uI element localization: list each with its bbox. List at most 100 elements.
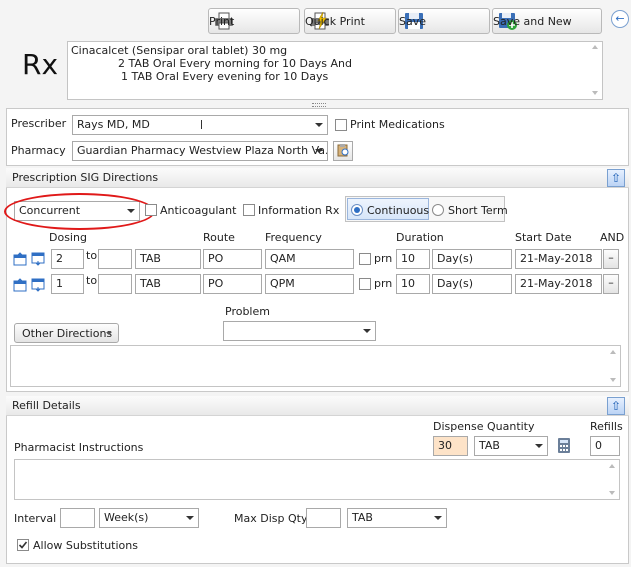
arrow-up-icon: ⇧ bbox=[610, 399, 622, 413]
summary-scroll-up-icon[interactable] bbox=[592, 45, 598, 49]
refills-input[interactable]: 0 bbox=[590, 436, 620, 456]
refill-section-header: Refill Details bbox=[6, 396, 629, 416]
refill-collapse-button[interactable]: ⇧ bbox=[607, 397, 625, 415]
annotation-circle bbox=[4, 193, 155, 230]
pharmacy-label: Pharmacy bbox=[11, 144, 66, 157]
duration-header: Duration bbox=[396, 231, 444, 244]
route-input[interactable]: PO bbox=[203, 249, 262, 269]
radio-selected-dot bbox=[354, 207, 360, 213]
add-row-calendar-icon[interactable] bbox=[13, 252, 27, 266]
dispense-unit-select[interactable]: TAB bbox=[474, 436, 548, 456]
dispense-quantity-input[interactable]: 30 bbox=[433, 436, 468, 456]
short-term-radio[interactable] bbox=[432, 204, 444, 216]
sig-collapse-button[interactable]: ⇧ bbox=[607, 169, 625, 187]
other-directions-label: Other Directions bbox=[22, 327, 113, 340]
text-cursor bbox=[201, 120, 202, 129]
route-input[interactable]: PO bbox=[203, 274, 262, 294]
directions-textarea[interactable] bbox=[10, 345, 621, 387]
dose-input[interactable]: 1 bbox=[51, 274, 84, 294]
chevron-down-icon bbox=[315, 123, 323, 127]
duration-input[interactable]: 10 bbox=[396, 274, 430, 294]
pharmacy-value: Guardian Pharmacy Westview Plaza North V… bbox=[77, 144, 328, 157]
dose-to-input[interactable] bbox=[98, 274, 132, 294]
unit-input[interactable]: TAB bbox=[135, 274, 201, 294]
rx-summary: Cinacalcet (Sensipar oral tablet) 30 mg … bbox=[67, 41, 603, 100]
chevron-down-icon bbox=[434, 516, 442, 520]
insert-row-calendar-icon[interactable] bbox=[31, 252, 45, 266]
back-arrow-icon: ← bbox=[615, 12, 625, 25]
summary-scroll-down-icon[interactable] bbox=[592, 91, 598, 95]
dose-to-input[interactable] bbox=[98, 249, 132, 269]
frequency-input[interactable]: QPM bbox=[265, 274, 354, 294]
add-row-calendar-icon[interactable] bbox=[13, 278, 27, 292]
to-label: to bbox=[86, 274, 98, 287]
prescriber-select[interactable]: Rays MD, MD bbox=[72, 115, 328, 135]
summary-line-3: 1 TAB Oral Every evening for 10 Days bbox=[121, 70, 329, 83]
chevron-down-icon bbox=[106, 332, 112, 335]
frequency-input[interactable]: QAM bbox=[265, 249, 354, 269]
quick-print-button[interactable]: Quick Print bbox=[304, 8, 396, 34]
max-disp-unit-select[interactable]: TAB bbox=[347, 508, 447, 528]
chevron-down-icon bbox=[535, 444, 543, 448]
start-date-input[interactable]: 21-May-2018 bbox=[515, 249, 602, 269]
print-label: Print bbox=[209, 14, 235, 28]
pharmacy-select[interactable]: Guardian Pharmacy Westview Plaza North V… bbox=[72, 141, 328, 161]
pharmacy-lookup-button[interactable] bbox=[333, 141, 353, 161]
print-medications-checkbox[interactable] bbox=[335, 119, 347, 131]
prn-label: prn bbox=[374, 252, 393, 265]
arrow-up-icon: ⇧ bbox=[610, 171, 622, 185]
print-button[interactable]: Print bbox=[208, 8, 300, 34]
prn-label: prn bbox=[374, 277, 393, 290]
chevron-down-icon bbox=[315, 149, 323, 153]
scroll-down-icon[interactable] bbox=[609, 491, 615, 495]
allow-substitutions-label: Allow Substitutions bbox=[33, 539, 138, 552]
and-header: AND bbox=[600, 231, 625, 244]
max-disp-unit-value: TAB bbox=[352, 511, 373, 524]
quick-print-label: Quick Print bbox=[305, 14, 365, 28]
sig-section-header: Prescription SIG Directions bbox=[6, 168, 629, 188]
prn-checkbox[interactable] bbox=[359, 278, 371, 290]
chevron-down-icon bbox=[363, 329, 371, 333]
remove-row-button[interactable]: – bbox=[603, 249, 619, 269]
max-disp-qty-input[interactable] bbox=[306, 508, 341, 528]
duration-unit-input[interactable]: Day(s) bbox=[432, 274, 512, 294]
unit-input[interactable]: TAB bbox=[135, 249, 201, 269]
pharmacist-instructions-textarea[interactable] bbox=[14, 459, 620, 500]
to-label: to bbox=[86, 249, 98, 262]
duration-unit-input[interactable]: Day(s) bbox=[432, 249, 512, 269]
duration-input[interactable]: 10 bbox=[396, 249, 430, 269]
save-button[interactable]: Save bbox=[398, 8, 490, 34]
scroll-up-icon[interactable] bbox=[610, 350, 616, 354]
interval-input[interactable] bbox=[60, 508, 95, 528]
remove-row-button[interactable]: – bbox=[603, 274, 619, 294]
insert-row-calendar-icon[interactable] bbox=[31, 278, 45, 292]
information-rx-checkbox[interactable] bbox=[243, 204, 255, 216]
back-button[interactable]: ← bbox=[611, 10, 629, 28]
allow-substitutions-checkbox[interactable] bbox=[17, 539, 29, 551]
max-disp-qty-label: Max Disp Qty bbox=[234, 512, 308, 525]
dispense-unit-value: TAB bbox=[479, 439, 500, 452]
anticoagulant-checkbox[interactable] bbox=[145, 204, 157, 216]
start-date-input[interactable]: 21-May-2018 bbox=[515, 274, 602, 294]
prn-checkbox[interactable] bbox=[359, 253, 371, 265]
rx-label: Rx bbox=[22, 48, 59, 81]
splitter-grip[interactable] bbox=[312, 103, 326, 107]
interval-unit-select[interactable]: Week(s) bbox=[99, 508, 199, 528]
pharmacist-instructions-label: Pharmacist Instructions bbox=[14, 441, 144, 454]
problem-label: Problem bbox=[225, 305, 270, 318]
interval-label: Interval bbox=[14, 512, 57, 525]
save-and-new-button[interactable]: Save and New bbox=[492, 8, 602, 34]
problem-select[interactable] bbox=[223, 321, 376, 341]
scroll-down-icon[interactable] bbox=[610, 378, 616, 382]
other-directions-button[interactable]: Other Directions bbox=[14, 323, 119, 343]
continuous-radio[interactable] bbox=[351, 204, 363, 216]
dispense-quantity-label: Dispense Quantity bbox=[433, 420, 535, 433]
calculator-icon[interactable] bbox=[557, 437, 571, 454]
scroll-up-icon[interactable] bbox=[609, 464, 615, 468]
dosing-header: Dosing bbox=[49, 231, 87, 244]
frequency-header: Frequency bbox=[265, 231, 322, 244]
short-term-label: Short Term bbox=[448, 204, 508, 217]
save-and-new-label: Save and New bbox=[493, 14, 572, 28]
dose-input[interactable]: 2 bbox=[51, 249, 84, 269]
summary-line-1: Cinacalcet (Sensipar oral tablet) 30 mg bbox=[71, 44, 288, 57]
